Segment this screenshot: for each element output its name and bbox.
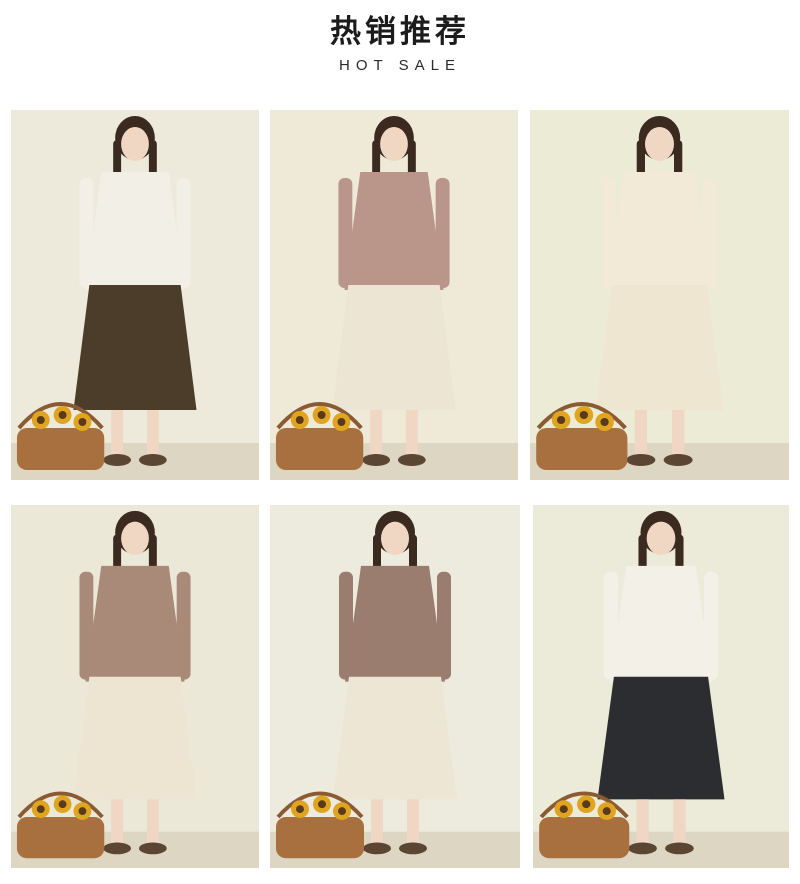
product-photo	[530, 110, 789, 480]
product-card-cream-camisole-long-dress[interactable]	[530, 110, 789, 480]
product-card-pink-floral-long-dress-lace-hem[interactable]	[270, 110, 518, 480]
product-photo	[11, 505, 259, 868]
product-photo	[533, 505, 789, 868]
product-card-floral-collared-shirt-dress[interactable]	[270, 505, 520, 868]
product-photo	[11, 110, 259, 480]
product-photo	[270, 110, 518, 480]
product-card-brown-floral-long-sleeve-dress[interactable]	[11, 505, 259, 868]
product-photo	[270, 505, 520, 868]
product-card-white-ruffle-blouse-black-pants[interactable]	[533, 505, 789, 868]
product-card-white-lace-blouse-brown-floral-skirt[interactable]	[11, 110, 259, 480]
product-grid	[0, 0, 800, 884]
